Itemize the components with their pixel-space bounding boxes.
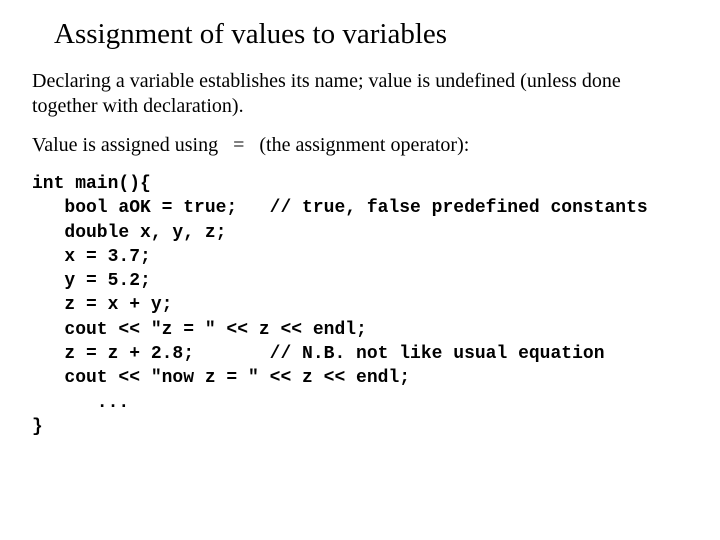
equals-sign: =: [233, 133, 244, 158]
assignment-text-pre: Value is assigned using: [32, 134, 218, 156]
slide-title: Assignment of values to variables: [54, 18, 688, 51]
assignment-text-post: (the assignment operator):: [259, 134, 469, 156]
code-block: int main(){ bool aOK = true; // true, fa…: [32, 172, 688, 439]
slide-container: Assignment of values to variables Declar…: [0, 0, 720, 457]
paragraph-assignment-operator: Value is assigned using = (the assignmen…: [32, 133, 688, 158]
paragraph-declaration: Declaring a variable establishes its nam…: [32, 69, 688, 119]
